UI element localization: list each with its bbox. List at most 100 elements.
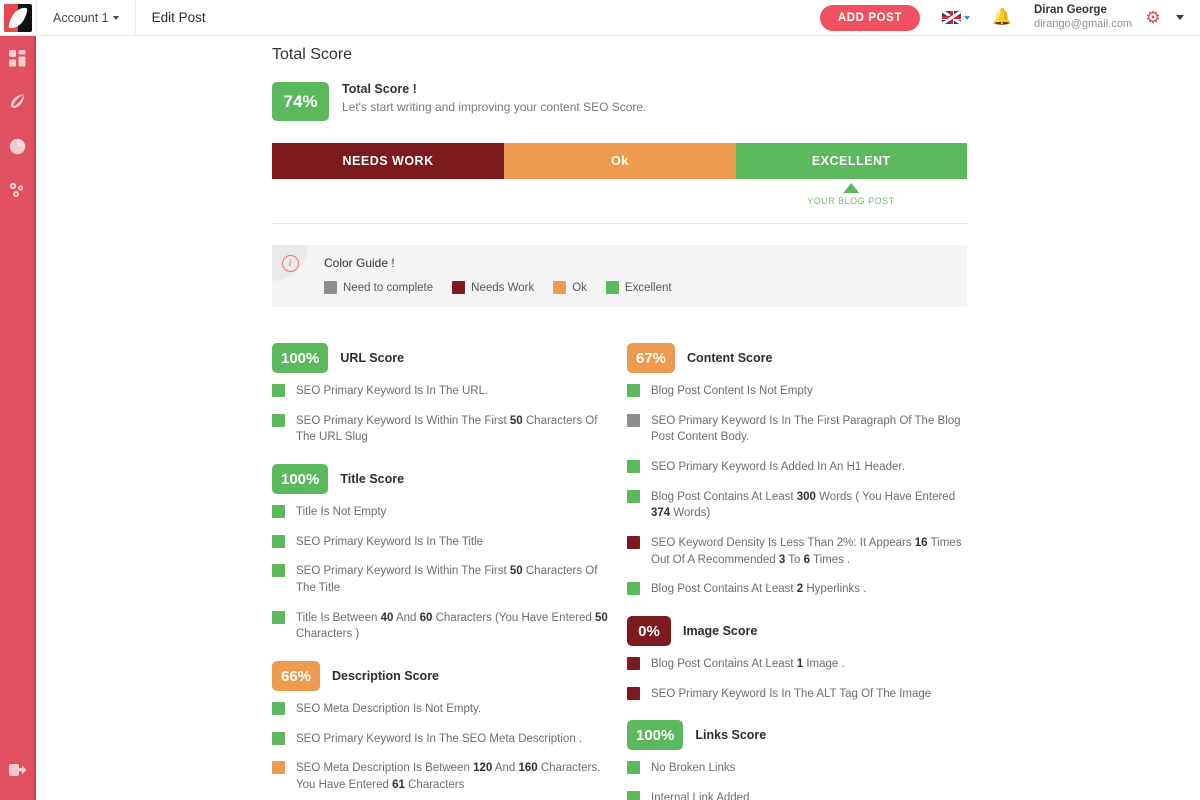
pie-chart-icon xyxy=(9,138,26,155)
color-guide-heading: Color Guide ! xyxy=(324,256,395,270)
check-item-label: Title Is Between 40 And 60 Characters (Y… xyxy=(296,611,608,641)
check-item: SEO Primary Keyword Is Within The First … xyxy=(272,413,612,446)
check-item-label: SEO Primary Keyword Is Within The First … xyxy=(296,414,598,444)
score-group: 100% URL Score SEO Primary Keyword Is In T… xyxy=(272,343,612,446)
check-item-label: Blog Post Content Is Not Empty xyxy=(651,385,813,397)
triangle-marker-icon xyxy=(842,183,859,193)
score-badge: 66% xyxy=(272,661,321,692)
check-item-label: Title Is Not Empty xyxy=(296,506,387,519)
score-group-header: 67% Content Score xyxy=(627,343,967,373)
sidebar-item-dashboard[interactable] xyxy=(0,36,35,80)
score-badge: 100% xyxy=(272,343,329,373)
check-status-swatch xyxy=(272,384,285,397)
header-chevron-down-icon[interactable] xyxy=(1176,15,1184,20)
color-swatch xyxy=(324,281,337,294)
user-info[interactable]: Diran George dirango@gmail.com xyxy=(1034,3,1132,31)
sidebar-item-settings[interactable] xyxy=(0,168,35,212)
check-status-swatch xyxy=(272,702,285,716)
color-swatch xyxy=(452,281,466,294)
score-group: 100% Title Score Title Is Not Empty SEO Pri… xyxy=(272,464,612,643)
logout-icon xyxy=(8,762,27,778)
check-item-label: SEO Primary Keyword Is In The Title xyxy=(296,535,484,548)
sidebar-item-analytics[interactable] xyxy=(0,124,35,168)
check-item-label: SEO Primary Keyword Is In The SEO Meta D… xyxy=(296,732,583,745)
check-item-label: SEO Primary Keyword Is In The ALT Tag Of… xyxy=(651,687,932,700)
check-status-swatch xyxy=(272,610,285,624)
total-score-subtext: Let's start writing and improving your c… xyxy=(342,100,647,114)
color-guide-item: Needs Work xyxy=(452,281,534,294)
bell-icon[interactable]: 🔔 xyxy=(992,9,1012,26)
score-group: 0% Image Score Blog Post Contains At Least… xyxy=(627,616,967,702)
left-sidebar xyxy=(0,36,36,800)
score-group-name: Image Score xyxy=(683,624,758,639)
check-status-swatch xyxy=(627,582,640,596)
check-item: Blog Post Contains At Least 300 Words ( … xyxy=(627,489,967,522)
check-item: SEO Primary Keyword Is In The ALT Tag Of… xyxy=(627,686,967,703)
score-columns: 100% URL Score SEO Primary Keyword Is In T… xyxy=(272,325,967,800)
score-group: 67% Content Score Blog Post Content Is Not… xyxy=(627,343,967,598)
score-group-name: Title Score xyxy=(340,472,405,487)
score-group-header: 100% URL Score xyxy=(272,343,612,373)
check-status-swatch xyxy=(627,657,640,671)
score-group-name: Description Score xyxy=(332,669,440,684)
total-score-summary: 74% Total Score ! Let's start writing an… xyxy=(272,82,967,121)
color-swatch xyxy=(605,281,619,294)
score-badge: 100% xyxy=(272,464,329,495)
left-score-column: 100% URL Score SEO Primary Keyword Is In T… xyxy=(272,325,612,800)
user-email: dirango@gmail.com xyxy=(1034,17,1132,30)
score-group: 100% Links Score No Broken Links Internal L… xyxy=(627,720,967,800)
check-item: SEO Primary Keyword Is In The URL. xyxy=(272,383,612,400)
check-status-swatch xyxy=(272,731,285,745)
color-guide-label: Ok xyxy=(572,281,587,294)
check-item: Title Is Not Empty xyxy=(272,504,612,521)
check-item: Blog Post Contains At Least 1 Image . xyxy=(627,656,967,673)
check-status-swatch xyxy=(272,761,285,775)
check-item-label: SEO Primary Keyword Is In The First Para… xyxy=(651,414,961,444)
language-selector[interactable] xyxy=(942,11,971,24)
check-status-swatch xyxy=(627,413,640,427)
account-selector[interactable]: Account 1 xyxy=(37,0,135,36)
right-score-column: 67% Content Score Blog Post Content Is Not… xyxy=(627,325,967,800)
color-guide-item: Need to complete xyxy=(324,281,433,294)
sidebar-item-logout[interactable] xyxy=(0,748,35,792)
check-item-label: Internal Link Added xyxy=(651,792,750,800)
check-item-label: SEO Meta Description Is Between 120 And … xyxy=(296,762,601,792)
app-logo[interactable] xyxy=(0,0,36,36)
color-guide-item: Excellent xyxy=(605,281,672,294)
add-post-button[interactable]: ADD POST xyxy=(819,4,921,31)
check-item-label: Blog Post Contains At Least 300 Words ( … xyxy=(651,490,956,520)
score-group-name: Content Score xyxy=(687,351,773,365)
feather-logo-icon xyxy=(4,3,32,32)
check-item: SEO Meta Description Is Between 120 And … xyxy=(272,760,612,793)
color-guide-label: Excellent xyxy=(624,281,672,294)
info-icon: i xyxy=(281,254,299,272)
check-item-label: No Broken Links xyxy=(651,762,736,775)
user-name: Diran George xyxy=(1034,4,1107,17)
check-status-swatch xyxy=(272,413,285,427)
check-item-label: SEO Meta Description Is Not Empty. xyxy=(296,703,482,716)
color-guide-label: Need to complete xyxy=(343,281,434,294)
check-status-swatch xyxy=(627,384,640,397)
score-group-header: 100% Title Score xyxy=(272,464,612,495)
total-score-heading: Total Score ! xyxy=(342,82,417,96)
marker-label: YOUR BLOG POST xyxy=(807,196,895,206)
check-item-label: SEO Primary Keyword Is Added In An H1 He… xyxy=(651,461,905,474)
check-status-swatch xyxy=(272,564,285,578)
check-item-label: SEO Keyword Density Is Less Than 2%: It … xyxy=(651,537,962,566)
check-item: SEO Keyword Density Is Less Than 2%: It … xyxy=(627,535,967,568)
check-status-swatch xyxy=(272,534,285,548)
check-item: SEO Primary Keyword Is Within The First … xyxy=(272,563,612,596)
check-item: Blog Post Content Is Not Empty xyxy=(627,383,967,400)
check-item: SEO Primary Keyword Is Added In An H1 He… xyxy=(627,459,967,476)
seo-score-panel: Total Score 74% Total Score ! Let's star… xyxy=(272,36,967,800)
gear-icon[interactable]: ⚙ xyxy=(1144,8,1162,27)
check-status-swatch xyxy=(627,761,640,775)
check-item-label: Blog Post Contains At Least 2 Hyperlinks… xyxy=(651,583,867,596)
check-item-label: SEO Primary Keyword Is In The URL. xyxy=(296,385,489,397)
score-group-name: URL Score xyxy=(340,351,405,365)
gears-icon xyxy=(8,182,26,199)
chevron-down-icon xyxy=(112,15,119,20)
sidebar-item-posts[interactable] xyxy=(0,80,35,124)
score-segment-2: EXCELLENT xyxy=(735,143,967,179)
check-item: Title Is Between 40 And 60 Characters (Y… xyxy=(272,610,612,643)
